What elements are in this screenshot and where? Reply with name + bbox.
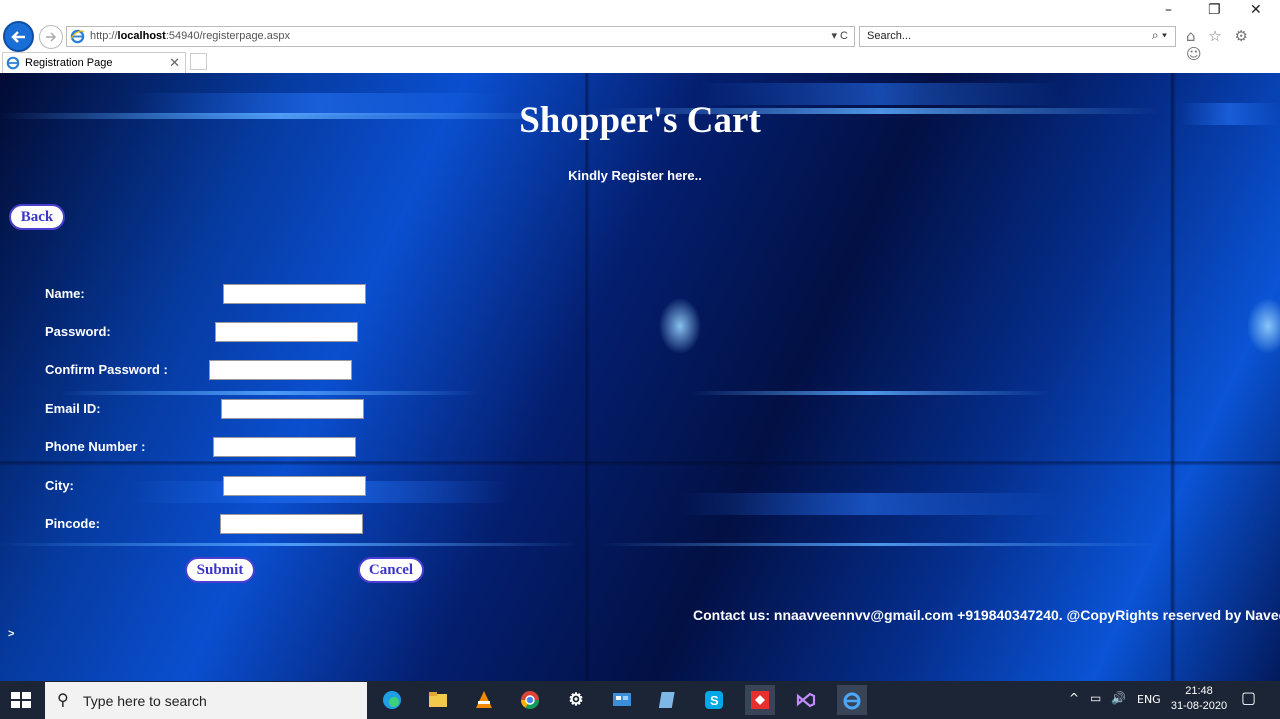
notifications-icon[interactable]: ▢ <box>1241 688 1256 707</box>
browser-search-placeholder: Search... <box>867 30 912 42</box>
taskbar-search-box[interactable]: ⚲ Type here to search <box>45 682 367 719</box>
tray-overflow-icon[interactable]: ^ <box>1069 691 1079 705</box>
pincode-input[interactable] <box>220 514 363 534</box>
confirm-password-input[interactable] <box>209 360 352 380</box>
url-path: :54940/registerpage.aspx <box>165 30 290 42</box>
page-subtitle: Kindly Register here.. <box>568 168 702 183</box>
volume-icon[interactable]: 🔊 <box>1111 691 1126 705</box>
clock-date: 31-08-2020 <box>1170 700 1228 712</box>
toolbar-icons[interactable]: ⌂ ☆ ⚙ ☺ <box>1186 27 1280 63</box>
taskbar-search-placeholder: Type here to search <box>83 693 207 709</box>
close-window-button[interactable]: ✕ <box>1250 2 1262 18</box>
visual-studio-icon[interactable] <box>791 685 821 715</box>
url-prefix: http:// <box>90 30 118 42</box>
language-indicator[interactable]: ENG <box>1137 693 1161 706</box>
refresh-icon[interactable]: ▾ C <box>831 29 848 42</box>
internet-explorer-icon[interactable] <box>837 685 867 715</box>
clock-time: 21:48 <box>1185 685 1213 697</box>
new-tab-button[interactable] <box>190 53 207 70</box>
notepad-icon[interactable] <box>653 685 683 715</box>
pincode-label: Pincode: <box>45 516 100 531</box>
control-panel-icon[interactable] <box>607 685 637 715</box>
arrow-right-icon <box>46 32 57 42</box>
password-input[interactable] <box>215 322 358 342</box>
city-input[interactable] <box>223 476 366 496</box>
submit-button[interactable]: Submit <box>185 557 255 583</box>
edge-icon[interactable] <box>377 685 407 715</box>
caret-marker: > <box>8 628 15 640</box>
back-button[interactable]: Back <box>9 204 65 230</box>
tab-title: Registration Page <box>25 57 113 69</box>
bg-streak <box>680 493 1060 515</box>
search-icon: ⚲ <box>57 692 69 709</box>
system-clock[interactable]: 21:48 31-08-2020 <box>1168 684 1230 714</box>
browser-chrome: – ❐ ✕ http://localhost:54940/registerpag… <box>0 0 1280 73</box>
cancel-button[interactable]: Cancel <box>358 557 424 583</box>
chrome-icon[interactable] <box>515 685 545 715</box>
restore-button[interactable]: ❐ <box>1208 2 1221 18</box>
bg-streak <box>0 543 580 546</box>
bg-streak <box>690 391 1050 395</box>
browser-search-box[interactable]: Search... ⌕ ▾ <box>859 26 1176 47</box>
city-label: City: <box>45 478 74 493</box>
url-text: http://localhost:54940/registerpage.aspx <box>90 30 290 42</box>
svg-text:S: S <box>710 693 719 708</box>
browser-forward-button[interactable] <box>39 25 63 49</box>
page-title: Shopper's Cart <box>519 100 761 141</box>
windows-start-icon[interactable] <box>8 689 34 711</box>
search-icon[interactable]: ⌕ ▾ <box>1152 28 1167 43</box>
anydesk-icon[interactable] <box>745 685 775 715</box>
battery-icon[interactable]: ▭ <box>1090 691 1101 705</box>
url-host: localhost <box>117 30 166 42</box>
name-label: Name: <box>45 286 85 301</box>
browser-back-button[interactable] <box>3 21 34 52</box>
settings-gear-icon[interactable]: ⚙ <box>561 685 591 715</box>
tab-close-icon[interactable]: ✕ <box>169 55 180 71</box>
arrow-left-icon <box>11 31 25 43</box>
email-input[interactable] <box>221 399 364 419</box>
skype-icon[interactable]: S <box>699 685 729 715</box>
confirm-password-label: Confirm Password : <box>45 362 168 377</box>
address-bar[interactable]: http://localhost:54940/registerpage.aspx… <box>66 26 855 47</box>
phone-input[interactable] <box>213 437 356 457</box>
page-viewport: Shopper's Cart Kindly Register here.. Ba… <box>0 73 1280 681</box>
file-explorer-icon[interactable] <box>423 685 453 715</box>
contact-footer: Contact us: nnaavveennvv@gmail.com +9198… <box>693 607 1280 623</box>
phone-label: Phone Number : <box>45 439 146 454</box>
taskbar: ⚲ Type here to search ⚙ S ^ ▭ 🔊 ENG 21:4… <box>0 681 1280 719</box>
email-label: Email ID: <box>45 401 101 416</box>
bg-streak <box>600 543 1160 546</box>
password-label: Password: <box>45 324 111 339</box>
minimize-button[interactable]: – <box>1165 2 1172 18</box>
vlc-icon[interactable] <box>469 685 499 715</box>
ie-page-icon <box>70 29 85 44</box>
name-input[interactable] <box>223 284 366 304</box>
tab-registration-page[interactable]: Registration Page ✕ <box>2 52 186 73</box>
bg-streak <box>60 391 480 395</box>
ie-tab-icon <box>6 56 20 70</box>
